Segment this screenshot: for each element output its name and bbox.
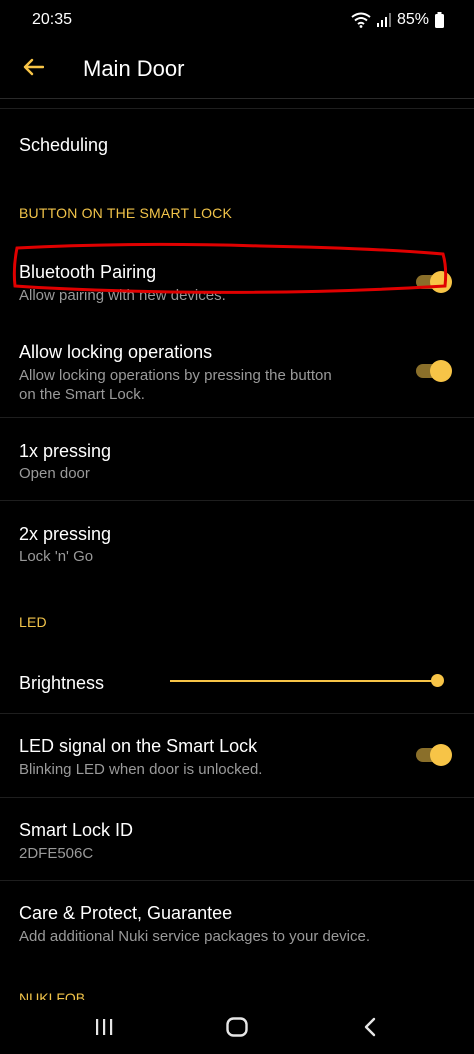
allow-locking-row[interactable]: Allow locking operations Allow locking o…	[0, 326, 474, 416]
smart-lock-id-row: Smart Lock ID 2DFE506C	[0, 798, 474, 880]
page-title: Main Door	[83, 56, 185, 81]
one-x-pressing-subtitle: Open door	[19, 465, 90, 482]
smart-lock-id-value: 2DFE506C	[19, 845, 94, 862]
app-bar-divider	[0, 98, 474, 99]
one-x-pressing-title: 1x pressing	[19, 441, 112, 461]
home-button[interactable]	[217, 1015, 257, 1043]
status-bar: 20:35 85%	[0, 0, 474, 42]
battery-percent: 85%	[396, 11, 429, 28]
care-protect-subtitle: Add additional Nuki service packages to …	[19, 928, 371, 945]
two-x-pressing-subtitle: Lock 'n' Go	[19, 548, 94, 565]
status-time: 20:35	[32, 11, 73, 28]
nav-back-button[interactable]	[350, 1015, 390, 1043]
section-header-button: BUTTON ON THE SMART LOCK	[19, 205, 233, 221]
chevron-left-icon	[363, 1017, 377, 1042]
section-header-clipped: NUKI FOB	[19, 990, 86, 1000]
recent-apps-icon	[94, 1018, 114, 1040]
one-x-pressing-row[interactable]: 1x pressing Open door	[0, 418, 474, 500]
led-signal-row[interactable]: LED signal on the Smart Lock Blinking LE…	[0, 714, 474, 796]
back-button[interactable]	[16, 52, 50, 86]
allow-locking-subtitle-line2: on the Smart Lock.	[19, 386, 145, 403]
wifi-icon	[351, 12, 371, 28]
status-icons: 85%	[351, 11, 444, 29]
allow-locking-toggle[interactable]	[414, 358, 452, 384]
system-nav-bar	[0, 1003, 474, 1054]
scheduling-row[interactable]: Scheduling	[0, 109, 474, 175]
home-icon	[226, 1016, 248, 1042]
smart-lock-id-title: Smart Lock ID	[19, 820, 134, 840]
red-highlight-annotation	[12, 242, 448, 294]
battery-icon	[435, 12, 444, 28]
care-protect-title: Care & Protect, Guarantee	[19, 903, 233, 923]
brightness-slider[interactable]	[170, 672, 444, 690]
allow-locking-title: Allow locking operations	[19, 342, 213, 362]
recent-apps-button[interactable]	[84, 1015, 124, 1043]
scheduling-title: Scheduling	[19, 135, 109, 155]
led-signal-toggle[interactable]	[414, 742, 452, 768]
brightness-title: Brightness	[19, 673, 105, 693]
led-signal-subtitle: Blinking LED when door is unlocked.	[19, 761, 263, 778]
brightness-slider-thumb[interactable]	[431, 674, 444, 687]
two-x-pressing-row[interactable]: 2x pressing Lock 'n' Go	[0, 501, 474, 583]
allow-locking-subtitle-line1: Allow locking operations by pressing the…	[19, 367, 332, 384]
two-x-pressing-title: 2x pressing	[19, 524, 112, 544]
section-header-led: LED	[19, 614, 47, 630]
care-protect-row[interactable]: Care & Protect, Guarantee Add additional…	[0, 881, 474, 963]
led-signal-title: LED signal on the Smart Lock	[19, 736, 258, 756]
arrow-left-icon	[22, 58, 45, 81]
signal-icon	[376, 13, 391, 27]
app-bar: Main Door	[0, 42, 474, 98]
